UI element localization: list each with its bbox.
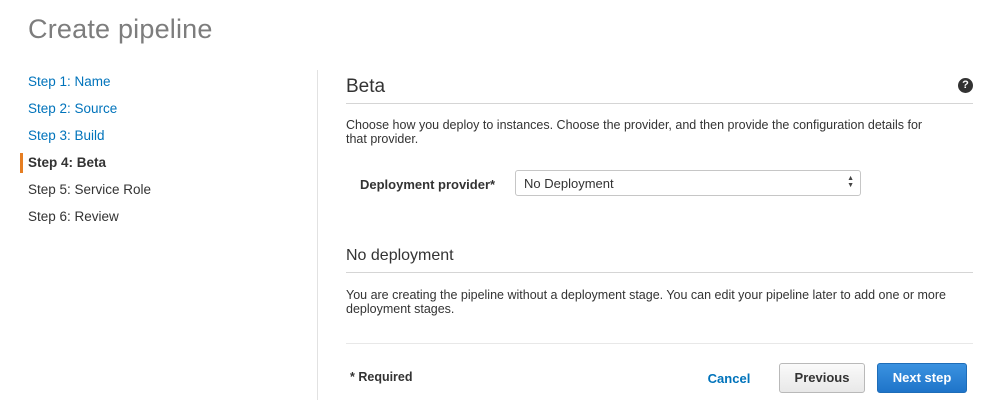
question-circle-icon[interactable]: ?	[958, 78, 973, 93]
no-deployment-title: No deployment	[346, 247, 454, 264]
section-header: Beta ?	[346, 70, 973, 104]
cancel-button[interactable]: Cancel	[700, 364, 758, 394]
step-source-link[interactable]: Step 2: Source	[20, 99, 300, 126]
step-name-link[interactable]: Step 1: Name	[20, 72, 300, 99]
step-build-link[interactable]: Step 3: Build	[20, 126, 300, 153]
provider-row: Deployment provider* No Deployment ▲ ▼	[346, 170, 973, 200]
page-title: Create pipeline	[28, 14, 213, 44]
step-beta-current: Step 4: Beta	[20, 153, 300, 180]
select-arrows-icon: ▲ ▼	[847, 175, 854, 189]
vertical-divider	[317, 70, 318, 400]
no-deployment-header: No deployment	[346, 244, 973, 273]
section-description: Choose how you deploy to instances. Choo…	[346, 118, 923, 146]
step-service-role: Step 5: Service Role	[28, 182, 152, 197]
section-title: Beta	[346, 76, 386, 97]
deployment-provider-label: Deployment provider*	[360, 177, 496, 192]
required-note: * Required	[350, 370, 413, 384]
previous-button[interactable]: Previous	[779, 363, 865, 393]
no-deployment-description: You are creating the pipeline without a …	[346, 288, 946, 316]
deployment-provider-value: No Deployment	[524, 176, 614, 191]
step-review: Step 6: Review	[28, 209, 119, 224]
deployment-provider-select[interactable]: No Deployment ▲ ▼	[515, 170, 861, 196]
next-step-button[interactable]: Next step	[877, 363, 967, 393]
main-panel: Beta ? Choose how you deploy to instance…	[346, 70, 973, 316]
footer-divider	[346, 343, 973, 344]
wizard-steps-nav: Step 1: Name Step 2: Source Step 3: Buil…	[20, 72, 300, 234]
